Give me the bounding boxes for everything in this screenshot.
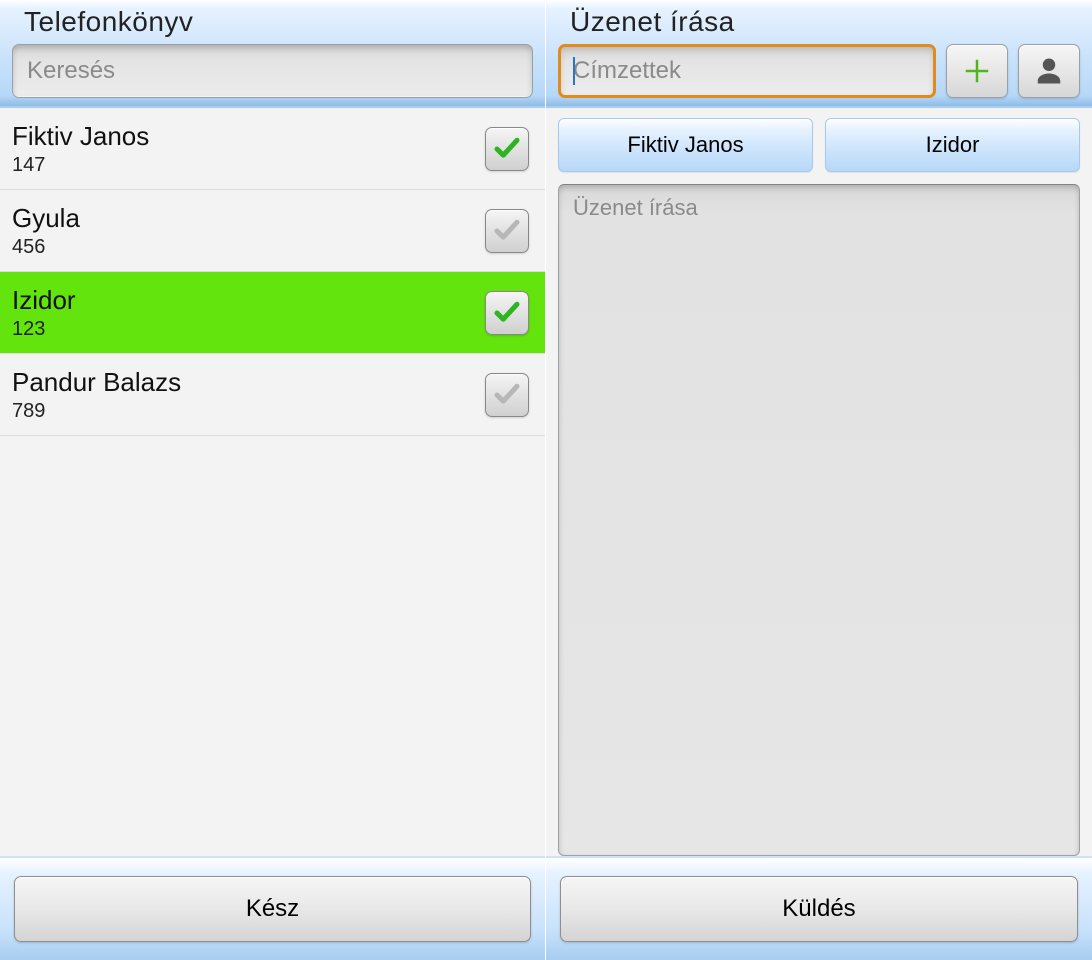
- person-icon: [1034, 56, 1064, 86]
- send-button[interactable]: Küldés: [560, 876, 1078, 942]
- message-placeholder: Üzenet írása: [573, 195, 698, 220]
- contact-row[interactable]: Pandur Balazs789: [0, 354, 545, 436]
- contact-row[interactable]: Gyula456: [0, 190, 545, 272]
- contact-number: 789: [12, 400, 485, 423]
- check-icon: [492, 380, 522, 410]
- contact-info: Pandur Balazs789: [12, 368, 485, 423]
- recipients-placeholder: Címzettek: [573, 57, 681, 85]
- pick-contact-button[interactable]: [1018, 44, 1080, 98]
- add-recipient-button[interactable]: [946, 44, 1008, 98]
- contact-name: Fiktiv Janos: [12, 122, 485, 152]
- contact-checkbox[interactable]: [485, 373, 529, 417]
- contact-info: Gyula456: [12, 204, 485, 259]
- phonebook-title: Telefonkönyv: [0, 0, 545, 44]
- phonebook-header: Telefonkönyv Keresés: [0, 0, 545, 108]
- contact-row[interactable]: Fiktiv Janos147: [0, 108, 545, 190]
- check-icon: [492, 298, 522, 328]
- search-input[interactable]: Keresés: [12, 44, 533, 98]
- recipient-chip[interactable]: Izidor: [825, 118, 1080, 172]
- recipients-input[interactable]: Címzettek: [558, 44, 936, 98]
- compose-footer: Küldés: [546, 856, 1092, 960]
- contact-name: Gyula: [12, 204, 485, 234]
- contact-checkbox[interactable]: [485, 127, 529, 171]
- contact-list[interactable]: Fiktiv Janos147 Gyula456 Izidor123 Pandur B…: [0, 108, 545, 856]
- contact-name: Izidor: [12, 286, 485, 316]
- phonebook-pane: Telefonkönyv Keresés Fiktiv Janos147 Gyul…: [0, 0, 546, 960]
- text-caret: [573, 57, 575, 85]
- send-button-label: Küldés: [782, 895, 855, 923]
- recipient-chip-label: Fiktiv Janos: [627, 132, 743, 158]
- compose-header: Üzenet írása Címzettek: [546, 0, 1092, 108]
- recipient-chip-label: Izidor: [926, 132, 980, 158]
- contact-info: Izidor123: [12, 286, 485, 341]
- recipient-chips: Fiktiv Janos Izidor: [546, 108, 1092, 176]
- contact-checkbox[interactable]: [485, 291, 529, 335]
- search-placeholder: Keresés: [27, 57, 115, 85]
- check-icon: [492, 216, 522, 246]
- recipient-chip[interactable]: Fiktiv Janos: [558, 118, 813, 172]
- phonebook-footer: Kész: [0, 856, 545, 960]
- contact-name: Pandur Balazs: [12, 368, 485, 398]
- contact-number: 123: [12, 318, 485, 341]
- contact-number: 147: [12, 154, 485, 177]
- done-button-label: Kész: [246, 895, 299, 923]
- contact-info: Fiktiv Janos147: [12, 122, 485, 177]
- contact-checkbox[interactable]: [485, 209, 529, 253]
- check-icon: [492, 134, 522, 164]
- contact-number: 456: [12, 236, 485, 259]
- contact-row[interactable]: Izidor123: [0, 272, 545, 354]
- plus-icon: [962, 56, 992, 86]
- compose-pane: Üzenet írása Címzettek Fiktiv: [546, 0, 1092, 960]
- done-button[interactable]: Kész: [14, 876, 531, 942]
- compose-title: Üzenet írása: [546, 0, 1092, 44]
- message-input[interactable]: Üzenet írása: [558, 184, 1080, 856]
